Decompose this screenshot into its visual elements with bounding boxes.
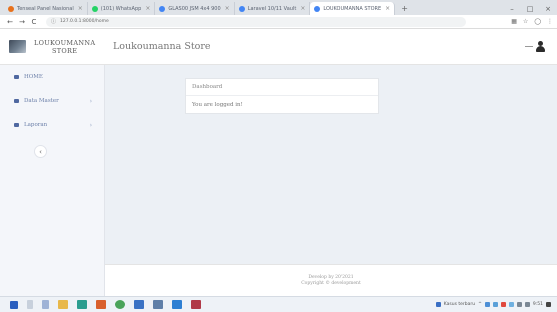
edge-icon[interactable] [77, 300, 87, 309]
app-icon[interactable] [191, 300, 201, 309]
browser-tab[interactable]: Tenseal Panel Nasional × [4, 2, 88, 15]
tray-app-icon[interactable] [508, 302, 514, 307]
tab-label: Laravel 10/11 Vault [247, 5, 297, 12]
maximize-button[interactable]: □ [521, 5, 539, 13]
notification-icon[interactable] [546, 302, 551, 307]
address-bar: ← → C ⓘ 127.0.0.1:8000/home ▦ ☆ ◯ ⋮ [0, 15, 557, 29]
browser-tab-strip: Tenseal Panel Nasional × (101) WhatsApp … [0, 0, 557, 15]
card-message: You are logged in! [192, 102, 243, 108]
tab-close-icon[interactable]: × [78, 5, 83, 12]
menu-kebab-icon[interactable]: ⋮ [547, 18, 553, 25]
store-logo-image [9, 40, 26, 53]
chrome-icon[interactable] [115, 300, 125, 309]
tab-label: Tenseal Panel Nasional [17, 5, 74, 12]
card-title: Dashboard [186, 79, 378, 96]
browser-tab-active[interactable]: LOUKOUMANNA STORE × [310, 2, 396, 15]
volume-icon[interactable] [524, 302, 530, 307]
url-text: 127.0.0.1:8000/home [60, 19, 109, 24]
minimize-button[interactable]: – [503, 5, 521, 13]
sidebar-collapse-button[interactable]: ‹ [34, 145, 47, 158]
sidebar-item-data-master[interactable]: Data Master › [0, 89, 104, 113]
tab-close-icon[interactable]: × [145, 5, 150, 12]
vscode-icon[interactable] [172, 300, 182, 309]
browser-tab[interactable]: (101) WhatsApp × [88, 2, 156, 15]
forward-button[interactable]: → [16, 18, 28, 26]
tab-favicon-icon [314, 5, 321, 12]
folder-icon [14, 123, 19, 127]
tab-favicon-icon [91, 5, 98, 12]
brand-line-2: STORE [52, 46, 78, 55]
brand-line-1: LOUKOUMANNA [34, 38, 96, 47]
bookmark-star-icon[interactable]: ☆ [523, 18, 528, 25]
chevron-up-icon[interactable]: ^ [478, 302, 482, 307]
user-name-dash [525, 46, 533, 47]
extensions-icon[interactable]: ▦ [511, 18, 517, 25]
tray-app-icon[interactable] [492, 302, 498, 307]
tray-app-icon[interactable] [500, 302, 506, 307]
sidebar-item-home[interactable]: HOME [0, 65, 104, 89]
tray-app-icon[interactable] [484, 302, 490, 307]
clock[interactable]: 9:51 [533, 302, 543, 307]
sidebar-item-label: Data Master [24, 98, 59, 104]
main-content: Dashboard You are logged in! Develop by … [105, 65, 557, 296]
profile-icon[interactable]: ◯ [534, 18, 541, 25]
tab-close-icon[interactable]: × [300, 5, 305, 12]
window-controls: – □ × [503, 2, 557, 15]
brand-text: LOUKOUMANNA STORE [34, 39, 95, 55]
dashboard-card: Dashboard You are logged in! [185, 78, 379, 114]
site-info-icon[interactable]: ⓘ [51, 18, 56, 25]
system-tray: Kasus terbaru ^ 9:51 [435, 302, 557, 307]
tab-label: GLAS00 JSM 4x4 900 [168, 5, 221, 12]
store-name: Loukoumanna Store [113, 41, 211, 52]
tab-favicon-icon [8, 5, 14, 12]
news-icon[interactable] [435, 302, 441, 307]
store-icon[interactable] [134, 300, 144, 309]
home-icon [14, 75, 19, 79]
footer-line-2: Copyright © development [301, 281, 361, 286]
browser-tab[interactable]: GLAS00 JSM 4x4 900 × [155, 2, 235, 15]
sidebar: HOME Data Master › Laporan › ‹ [0, 65, 105, 296]
file-explorer-icon[interactable] [58, 300, 68, 309]
chevron-right-icon: › [89, 121, 92, 129]
back-button[interactable]: ← [4, 18, 16, 26]
task-view-icon[interactable] [42, 300, 49, 309]
new-tab-button[interactable]: + [395, 2, 414, 15]
folder-icon [14, 99, 19, 103]
user-menu[interactable] [525, 41, 545, 52]
user-avatar-icon[interactable] [536, 41, 545, 52]
tab-favicon-icon [159, 5, 166, 12]
tray-text[interactable]: Kasus terbaru [444, 302, 475, 307]
tab-label: LOUKOUMANNA STORE [323, 5, 382, 12]
top-navbar: Loukoumanna Store [105, 29, 557, 65]
reload-button[interactable]: C [28, 18, 40, 26]
tab-label: (101) WhatsApp [100, 5, 142, 12]
close-window-button[interactable]: × [539, 5, 557, 13]
browser-toolbar-icons: ▦ ☆ ◯ ⋮ [511, 18, 553, 25]
browser-tab[interactable]: Laravel 10/11 Vault × [235, 2, 311, 15]
tab-close-icon[interactable]: × [225, 5, 230, 12]
chevron-right-icon: › [89, 97, 92, 105]
sidebar-item-laporan[interactable]: Laporan › [0, 113, 104, 137]
os-taskbar: Kasus terbaru ^ 9:51 [0, 296, 557, 312]
brand-logo[interactable]: LOUKOUMANNA STORE [0, 29, 105, 65]
sidebar-item-label: HOME [24, 74, 43, 80]
page-footer: Develop by 20'2021 Copyright © developme… [105, 264, 557, 296]
tab-favicon-icon [238, 5, 245, 12]
search-icon[interactable] [27, 300, 33, 309]
url-field[interactable]: ⓘ 127.0.0.1:8000/home [46, 16, 466, 27]
tab-close-icon[interactable]: × [385, 5, 390, 12]
office-icon[interactable] [96, 300, 106, 309]
windows-start-icon[interactable] [10, 300, 18, 309]
wifi-icon[interactable] [516, 302, 522, 307]
sidebar-item-label: Laporan [24, 122, 48, 128]
app-icon[interactable] [153, 300, 163, 309]
